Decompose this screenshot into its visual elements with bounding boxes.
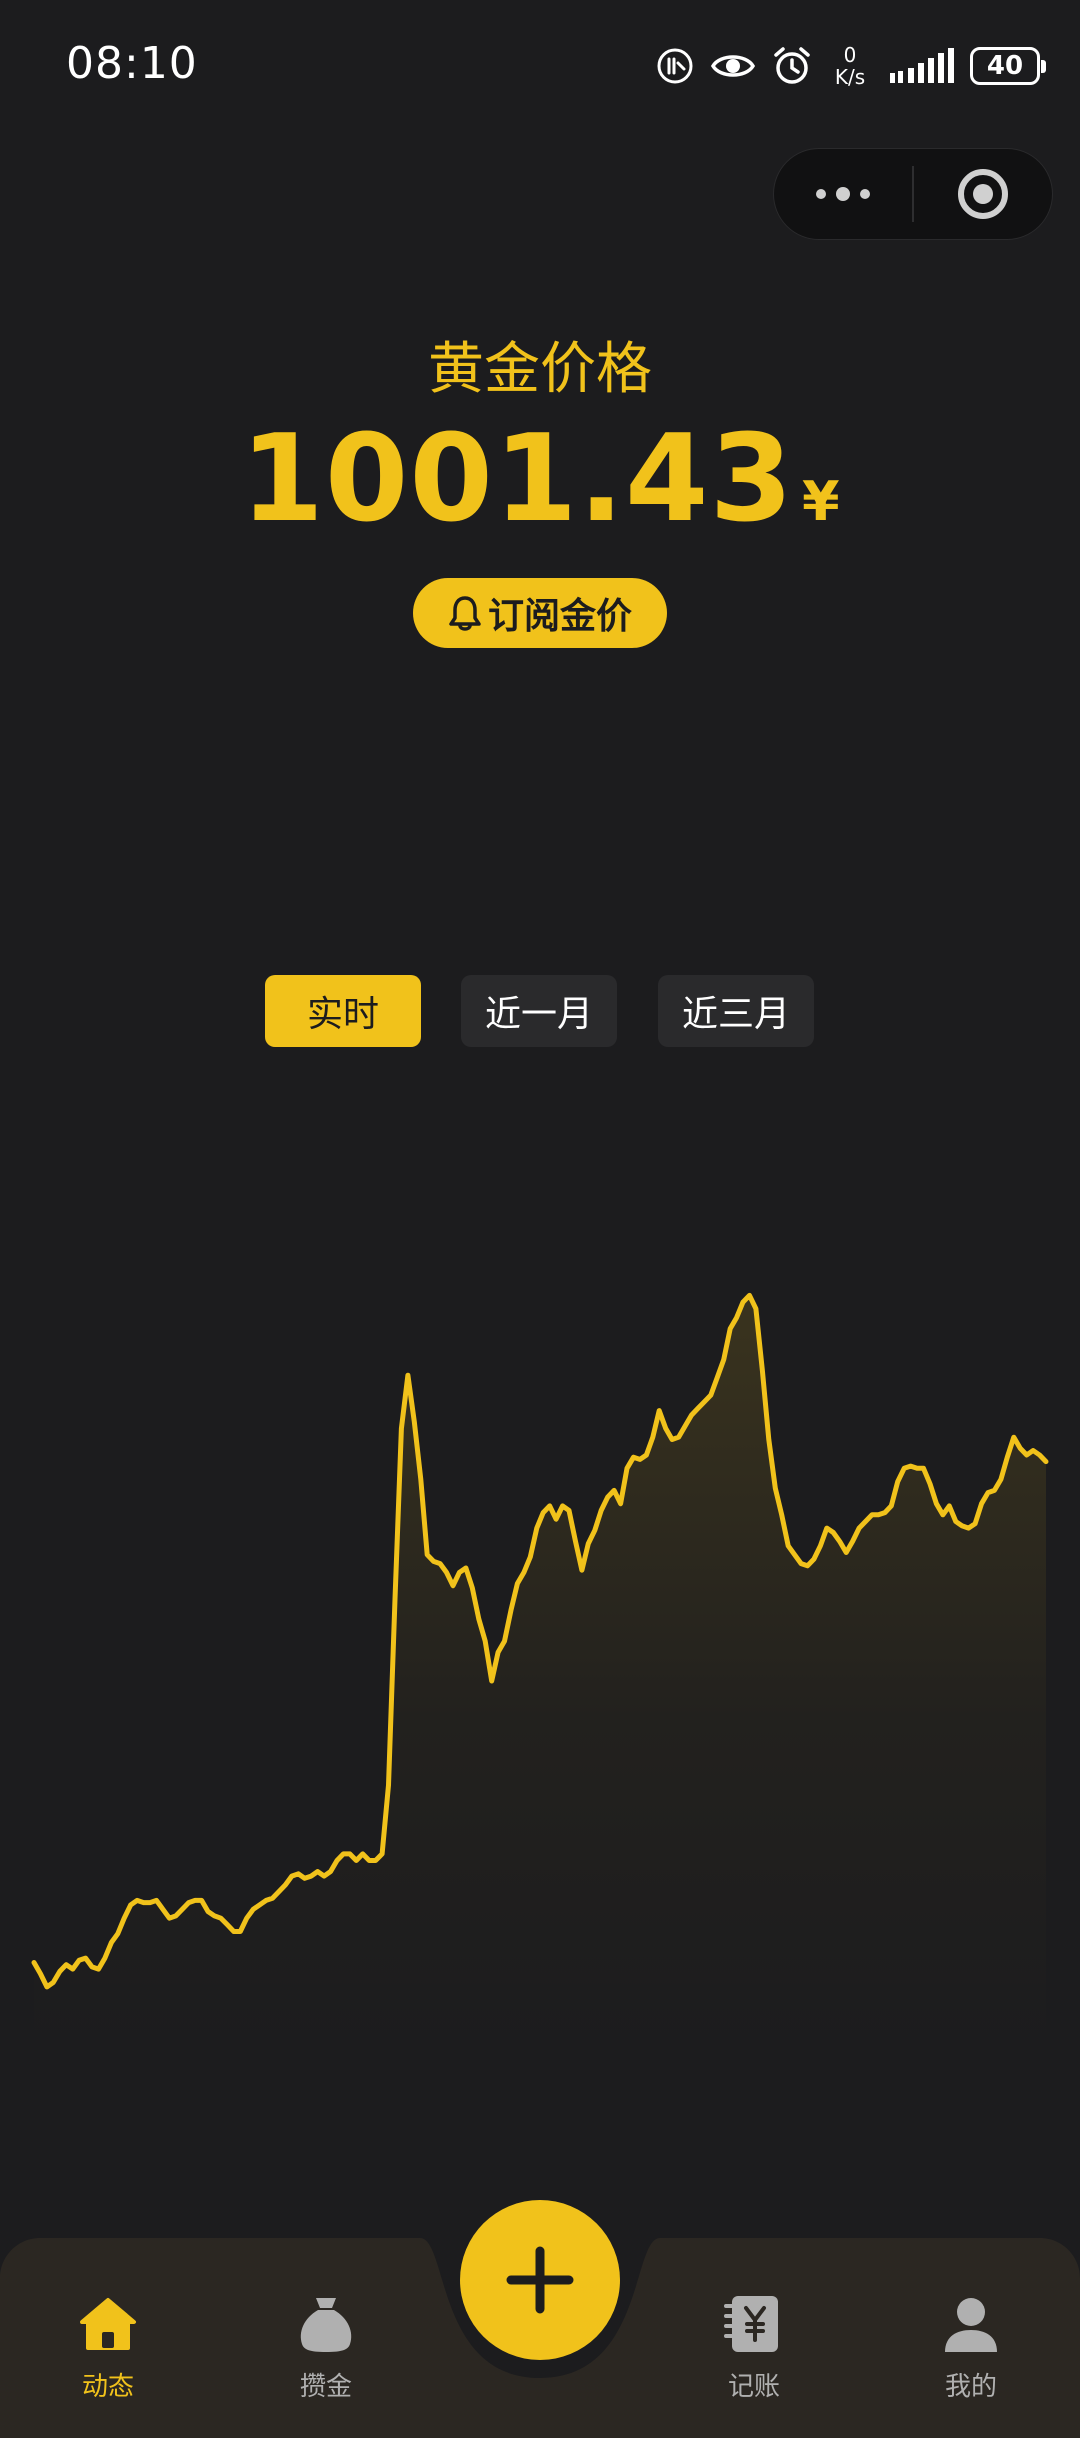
nav-item-save-gold[interactable]: 攒金 bbox=[256, 2292, 396, 2403]
net-speed-unit: K/s bbox=[834, 65, 866, 89]
close-circle-icon bbox=[958, 169, 1008, 219]
price-currency: ¥ bbox=[801, 470, 840, 533]
chart-area-fill bbox=[34, 1295, 1046, 2060]
close-button[interactable] bbox=[914, 149, 1052, 239]
bell-icon bbox=[449, 596, 481, 631]
battery-level: 40 bbox=[986, 51, 1024, 81]
price-chart bbox=[31, 1292, 1049, 2060]
signal-icon bbox=[888, 47, 954, 85]
chart-marks bbox=[31, 1292, 1049, 2060]
tab-label: 实时 bbox=[306, 994, 379, 1035]
eye-icon bbox=[710, 49, 756, 83]
nav-label: 动态 bbox=[81, 2372, 134, 2402]
net-speed-indicator: 0 K/s bbox=[828, 44, 872, 88]
tab-label: 近三月 bbox=[681, 994, 790, 1035]
nav-label: 我的 bbox=[944, 2372, 997, 2402]
nav-item-mine[interactable]: 我的 bbox=[901, 2292, 1041, 2403]
price-value: 1001.43 bbox=[240, 410, 794, 549]
tab-label: 近一月 bbox=[484, 994, 593, 1035]
mini-program-capsule bbox=[773, 148, 1053, 240]
tab-realtime[interactable]: 实时 bbox=[265, 975, 421, 1047]
nav-item-dynamic[interactable]: 动态 bbox=[38, 2292, 178, 2403]
ledger-icon bbox=[724, 2296, 778, 2352]
subscribe-button[interactable]: 订阅金价 bbox=[413, 578, 667, 648]
more-dots-icon bbox=[816, 187, 870, 201]
nav-label: 攒金 bbox=[299, 2372, 352, 2402]
plus-icon bbox=[506, 2246, 574, 2314]
status-bar: 08:10 0 K/s 40 bbox=[0, 0, 1080, 130]
price-display: 1001.43 ¥ bbox=[0, 410, 1080, 549]
more-button[interactable] bbox=[774, 149, 912, 239]
tab-recent-month[interactable]: 近一月 bbox=[461, 975, 617, 1047]
nav-label: 记账 bbox=[727, 2372, 780, 2402]
subscribe-label: 订阅金价 bbox=[487, 596, 632, 637]
nav-item-ledger[interactable]: 记账 bbox=[684, 2292, 824, 2403]
status-time: 08:10 bbox=[66, 38, 198, 89]
battery-icon: 40 bbox=[970, 47, 1046, 85]
home-icon bbox=[80, 2298, 136, 2350]
user-icon bbox=[945, 2298, 997, 2352]
add-button[interactable] bbox=[460, 2200, 620, 2360]
tab-recent-three-months[interactable]: 近三月 bbox=[658, 975, 814, 1047]
status-icons: 0 K/s 40 bbox=[656, 40, 1046, 92]
nfc-icon bbox=[656, 47, 694, 85]
net-speed-value: 0 bbox=[843, 43, 857, 67]
money-bag-icon bbox=[300, 2298, 352, 2352]
alarm-icon bbox=[772, 46, 812, 86]
app-root: 08:10 0 K/s 40 黄金价格 1001.43 ¥ 订阅金价 实时 近一… bbox=[0, 0, 1080, 2438]
page-title: 黄金价格 bbox=[428, 337, 652, 402]
